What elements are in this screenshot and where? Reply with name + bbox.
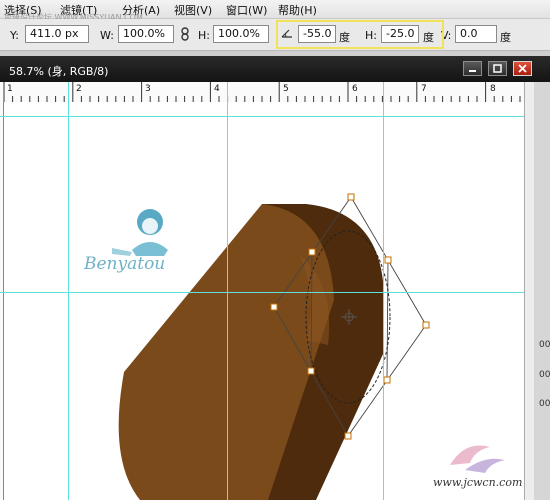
swirl-watermark-icon [450, 445, 505, 473]
ruler-mark-5: 5 [283, 84, 289, 94]
ruler-mark-8: 8 [490, 84, 496, 94]
height-label: H: [198, 29, 210, 42]
minimize-icon [469, 70, 476, 72]
document-title-bar: 58.7% (身, RGB/8) [0, 56, 550, 82]
rotation-highlight-box [276, 20, 444, 49]
v-skew-unit: 度 [500, 31, 511, 44]
width-label: W: [100, 29, 114, 42]
document-title: 58.7% (身, RGB/8) [9, 65, 109, 78]
panel-value-2: 00 [539, 370, 550, 380]
minimize-button[interactable] [463, 61, 482, 76]
menu-window[interactable]: 窗口(W) [226, 2, 267, 18]
menu-bar: 选择(S) 滤镜(T) 分析(A) 视图(V) 窗口(W) 帮助(H) 思缘设计… [0, 0, 550, 22]
guide-horizontal-1 [0, 116, 550, 117]
right-panel [534, 82, 550, 500]
guide-vertical-2 [227, 82, 228, 500]
y-label: Y: [10, 29, 19, 42]
horizontal-ruler: 1 2 3 4 5 6 7 8 [0, 82, 524, 103]
guide-horizontal-2 [0, 292, 550, 293]
width-field[interactable] [118, 25, 174, 43]
ruler-mark-4: 4 [214, 84, 220, 94]
menu-help[interactable]: 帮助(H) [278, 2, 317, 18]
y-field[interactable] [25, 25, 89, 43]
ruler-mark-7: 7 [421, 84, 427, 94]
chain-link-icon[interactable] [180, 27, 190, 44]
ruler-mark-1: 1 [7, 84, 13, 94]
menu-view[interactable]: 视图(V) [174, 2, 212, 18]
ruler-mark-2: 2 [76, 84, 82, 94]
mascot-logo-icon [112, 209, 168, 256]
restore-icon [493, 64, 502, 73]
close-button[interactable] [513, 61, 532, 76]
guide-vertical-3 [383, 82, 384, 500]
logo-text: Benyatou [84, 254, 166, 274]
site-watermark: www.jcwcn.com [433, 476, 523, 489]
transform-options-bar: Y: W: H: 度 H: 度 V: 度 [0, 19, 550, 51]
panel-value-1: 00 [539, 340, 550, 350]
height-field[interactable] [213, 25, 269, 43]
close-icon [518, 64, 527, 73]
v-skew-field[interactable] [455, 25, 497, 43]
panel-value-3: 00 [539, 399, 550, 409]
ruler-mark-3: 3 [145, 84, 151, 94]
guide-vertical-1 [68, 82, 69, 500]
restore-button[interactable] [488, 61, 507, 76]
ruler-mark-6: 6 [352, 84, 358, 94]
